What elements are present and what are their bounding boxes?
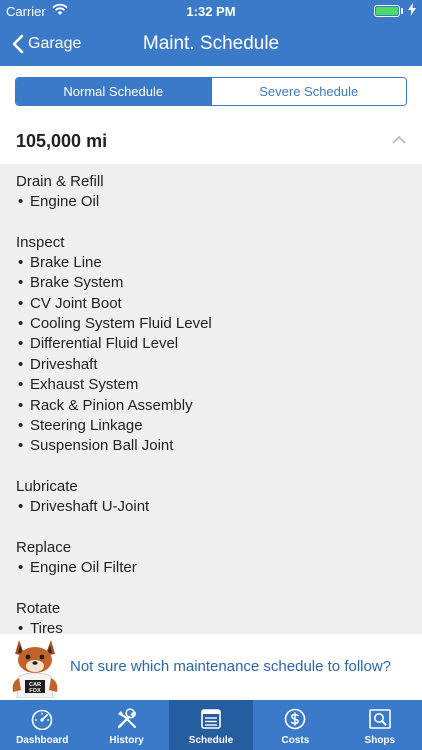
list-item: • Engine Oil Filter	[16, 558, 422, 578]
list-item: • Cooling System Fluid Level	[16, 314, 422, 334]
bullet: •	[18, 274, 24, 292]
chevron-up-icon	[392, 136, 406, 144]
battery-tip	[401, 8, 403, 14]
list-item: • Tires	[16, 619, 422, 634]
mascot-logo-text-bottom: FOX	[29, 688, 41, 694]
group-title: Drain & Refill	[16, 173, 104, 190]
bullet: •	[18, 396, 24, 414]
bullet: •	[18, 314, 24, 332]
item-label: Steering Linkage	[30, 416, 143, 434]
schedule-group: Lubricate • Driveshaft U-Joint	[16, 477, 422, 517]
page-title: Maint. Schedule	[142, 33, 280, 54]
item-label: Cooling System Fluid Level	[30, 314, 212, 332]
carfox-mascot-icon: CAR FOX	[12, 640, 58, 698]
item-label: Rack & Pinion Assembly	[30, 396, 193, 414]
item-label: Differential Fluid Level	[30, 335, 179, 353]
schedule-type-segment: Normal Schedule Severe Schedule	[15, 77, 407, 106]
tab-history-label: History	[109, 735, 144, 746]
tab-schedule[interactable]: Schedule	[168, 700, 254, 750]
severe-schedule-tab[interactable]: Severe Schedule	[210, 78, 406, 105]
tab-shops[interactable]: Shops	[338, 700, 422, 750]
list-item: • Steering Linkage	[16, 416, 422, 436]
item-label: Suspension Ball Joint	[30, 437, 174, 455]
list-item: • Driveshaft U-Joint	[16, 497, 422, 517]
bullet: •	[18, 193, 24, 210]
item-label: Brake Line	[30, 253, 102, 271]
tab-costs-label: Costs	[281, 735, 310, 746]
schedule-help-link[interactable]: Not sure which maintenance schedule to f…	[70, 658, 391, 675]
mileage-section-header[interactable]: 105,000 mi	[0, 118, 422, 164]
battery-icon	[374, 5, 400, 17]
schedule-list-icon	[201, 709, 221, 729]
navigation-header: Carrier 1:32 PM Garage Maint. Schedule	[0, 0, 422, 66]
schedule-help-banner[interactable]: CAR FOX Not sure which maintenance sched…	[0, 634, 422, 700]
bullet: •	[18, 376, 24, 394]
shop-search-icon	[369, 709, 391, 729]
list-item: • CV Joint Boot	[16, 294, 422, 314]
tab-shops-label: Shops	[364, 735, 396, 746]
item-label: Driveshaft U-Joint	[30, 498, 150, 516]
group-title: Rotate	[16, 599, 61, 617]
schedule-group: Replace • Engine Oil Filter	[16, 538, 422, 578]
status-time: 1:32 PM	[186, 4, 236, 19]
list-item: • Suspension Ball Joint	[16, 436, 422, 456]
bullet: •	[18, 294, 24, 312]
schedule-group: Rotate • Tires	[16, 599, 422, 634]
speedometer-icon	[31, 709, 53, 730]
bullet: •	[18, 253, 24, 271]
tab-history[interactable]: History	[84, 700, 168, 750]
list-item: • Driveshaft	[16, 355, 422, 375]
bullet: •	[18, 355, 24, 373]
status-bar: Carrier 1:32 PM	[0, 0, 422, 22]
list-item: • Engine Oil	[16, 192, 422, 212]
tab-schedule-label: Schedule	[188, 735, 234, 746]
bullet: •	[18, 558, 24, 576]
wrench-screwdriver-icon	[117, 708, 136, 729]
list-item: • Differential Fluid Level	[16, 334, 422, 354]
list-item: • Brake System	[16, 273, 422, 293]
group-title: Inspect	[16, 233, 65, 251]
schedule-group: Inspect • Brake Line • Brake System • CV Jo…	[16, 233, 422, 457]
item-label: Exhaust System	[30, 376, 139, 394]
bullet: •	[18, 498, 24, 516]
item-label: Engine Oil	[30, 193, 100, 210]
tab-dashboard-label: Dashboard	[16, 735, 69, 746]
item-label: Driveshaft	[30, 355, 98, 373]
dollar-icon	[285, 708, 306, 730]
list-item: • Exhaust System	[16, 375, 422, 395]
item-label: CV Joint Boot	[30, 294, 122, 312]
bullet: •	[18, 619, 24, 634]
schedule-list: Drain & Refill • Engine Oil Inspect • Brak…	[0, 164, 422, 634]
bullet: •	[18, 416, 24, 434]
tab-dashboard[interactable]: Dashboard	[0, 700, 84, 750]
item-label: Tires	[30, 619, 63, 634]
tab-bar: Dashboard History Schedule Costs Shops	[0, 700, 422, 750]
bullet: •	[18, 437, 24, 455]
item-label: Brake System	[30, 274, 124, 292]
list-item: • Rack & Pinion Assembly	[16, 396, 422, 416]
normal-schedule-tab[interactable]: Normal Schedule	[16, 78, 211, 105]
group-title: Replace	[16, 538, 72, 556]
schedule-group: Drain & Refill • Engine Oil	[16, 164, 422, 212]
item-label: Engine Oil Filter	[30, 558, 137, 576]
bullet: •	[18, 335, 24, 353]
bolt-icon	[408, 3, 416, 19]
group-title: Lubricate	[16, 478, 78, 496]
tab-costs[interactable]: Costs	[253, 700, 337, 750]
list-item: • Brake Line	[16, 253, 422, 273]
mileage-label: 105,000 mi	[16, 130, 108, 151]
